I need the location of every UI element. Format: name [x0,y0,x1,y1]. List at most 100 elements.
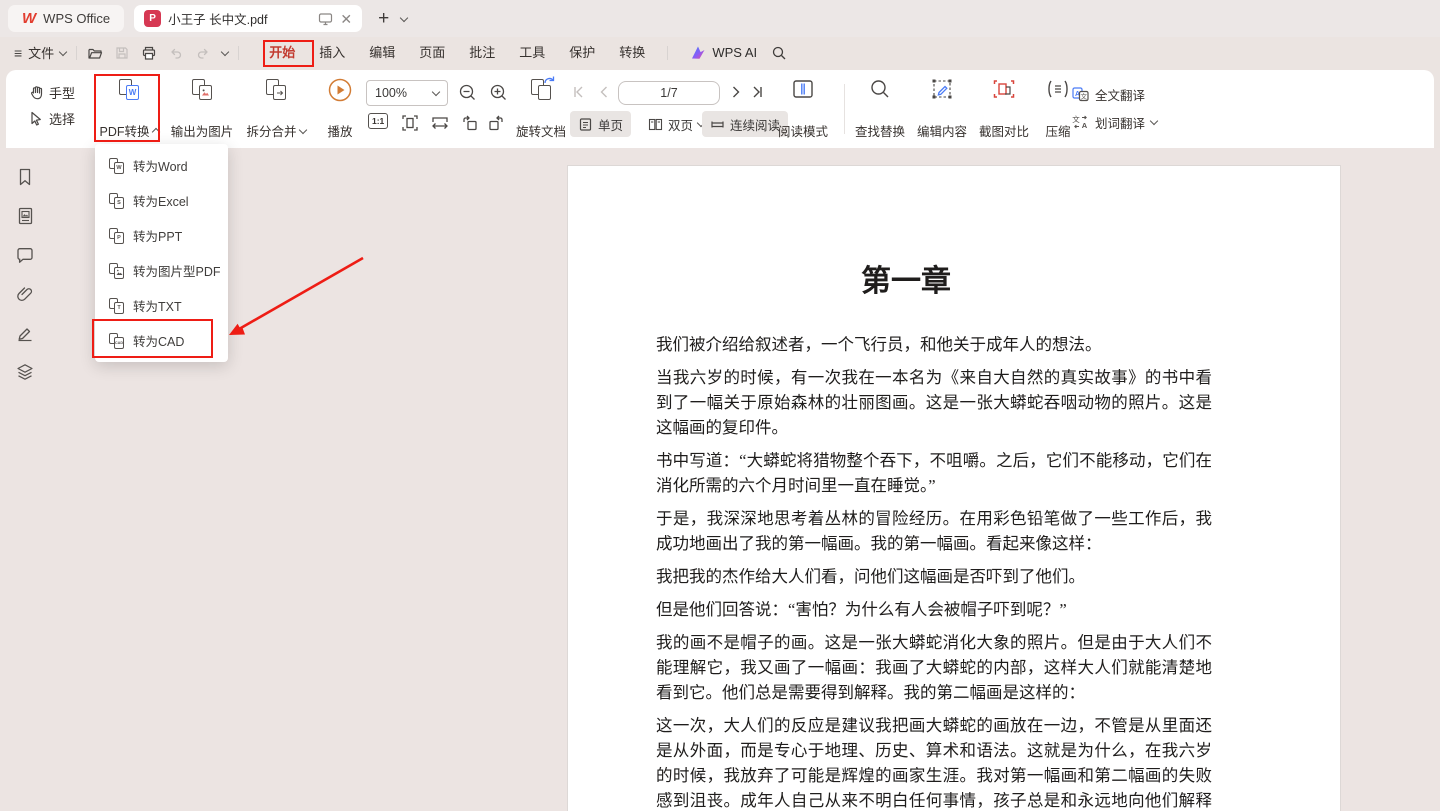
attachments-panel-icon[interactable] [14,285,36,303]
convert-excel-icon: S [108,193,124,209]
tab-home[interactable]: 开始 [257,37,307,68]
split-merge-icon [264,78,288,102]
tab-comment[interactable]: 批注 [457,37,507,68]
menu-item-convert-to-txt[interactable]: T 转为TXT [95,288,228,323]
convert-cad-icon: CAD [108,333,124,349]
page-number-input[interactable]: 1/7 [618,81,720,105]
single-page-button[interactable]: 单页 [570,111,631,137]
single-page-icon [578,117,593,132]
layers-panel-icon[interactable] [14,363,36,381]
zoom-out-button[interactable] [458,83,477,102]
monitor-icon[interactable] [318,12,333,26]
read-mode-icon [791,78,815,100]
pdf-file-icon: P [144,10,161,27]
comments-panel-icon[interactable] [14,246,36,264]
divider [238,46,239,60]
file-menu-button[interactable]: ≡ 文件 [14,43,66,62]
wps-ai-label: WPS AI [712,45,757,60]
search-icon[interactable] [771,45,787,61]
rotate-document-icon [529,78,553,102]
find-replace-icon [869,78,891,100]
menu-item-convert-to-excel[interactable]: S 转为Excel [95,183,228,218]
zoom-in-button[interactable] [489,83,508,102]
app-tab-wps-office[interactable]: W WPS Office [8,5,124,32]
divider [667,46,668,60]
wps-ai-button[interactable]: WPS AI [690,45,757,60]
undo-icon[interactable] [168,45,184,61]
pdf-page[interactable]: 第一章 我们被介绍给叙述者，一个飞行员，和他关于成年人的想法。 当我六岁的时候，… [567,165,1341,811]
convert-image-pdf-icon [108,263,124,279]
play-button[interactable]: 播放 [318,78,362,140]
read-mode-button[interactable]: 阅读模式 [774,78,832,140]
svg-text:文: 文 [1081,91,1088,100]
menu-item-convert-to-cad[interactable]: CAD 转为CAD [95,323,228,358]
fit-width-button[interactable] [431,114,449,132]
tab-protect[interactable]: 保护 [557,37,607,68]
screenshot-compare-button[interactable]: 截图对比 [974,78,1034,140]
tab-edit[interactable]: 编辑 [357,37,407,68]
tab-insert[interactable]: 插入 [307,37,357,68]
edit-content-icon [930,78,954,100]
select-tool-button[interactable]: 选择 [28,105,75,131]
file-menu-label: 文件 [28,43,54,62]
app-tab-label: WPS Office [43,11,110,26]
export-image-button[interactable]: 输出为图片 [166,78,238,140]
tab-list-chevron-icon[interactable] [401,10,407,28]
close-tab-icon[interactable]: ✕ [340,12,352,26]
document-tab[interactable]: P 小王子 长中文.pdf ✕ [134,5,362,32]
tab-page[interactable]: 页面 [407,37,457,68]
hand-icon [28,84,43,100]
word-translate-button[interactable]: 文A 划词翻译 [1072,108,1157,136]
actual-size-button[interactable]: 1:1 [368,113,388,129]
zoom-level-select[interactable]: 100% [366,80,448,106]
menu-item-convert-to-image-pdf[interactable]: 转为图片型PDF [95,253,228,288]
menu-item-convert-to-word[interactable]: W 转为Word [95,148,228,183]
edit-content-button[interactable]: 编辑内容 [912,78,972,140]
fit-page-button[interactable] [401,114,419,132]
select-tool-label: 选择 [49,109,75,128]
bookmarks-panel-icon[interactable] [14,168,36,186]
wps-logo-icon: W [22,11,36,26]
svg-text:文: 文 [1072,114,1080,124]
play-icon [328,78,352,102]
cursor-icon [28,110,43,126]
rotate-left-button[interactable] [461,114,479,132]
more-actions-chevron-icon[interactable] [222,45,228,60]
first-page-button[interactable] [570,84,586,100]
pdf-convert-dropdown: W 转为Word S 转为Excel P 转为PPT 转为图片型PDF T 转为… [95,144,228,362]
pdf-convert-button[interactable]: W PDF转换 [97,78,161,140]
thumbnails-panel-icon[interactable] [14,207,36,225]
new-tab-button[interactable]: + [378,8,389,30]
pdf-convert-icon: W [117,78,141,102]
svg-text:A: A [1082,121,1088,130]
export-image-icon [190,78,214,102]
chevron-down-icon [59,47,67,55]
rotate-right-button[interactable] [487,114,505,132]
open-file-icon[interactable] [87,45,103,61]
menu-bar: ≡ 文件 开始 插入 编辑 页面 批注 工具 保护 转换 WPS AI [0,37,1440,68]
continuous-reading-icon [710,117,725,132]
save-icon[interactable] [114,45,130,61]
full-text-translate-button[interactable]: A文 全文翻译 [1072,80,1157,108]
paragraph: 我们被介绍给叙述者，一个飞行员，和他关于成年人的想法。 [656,332,1212,357]
divider [844,84,845,134]
hamburger-icon: ≡ [14,45,22,61]
hand-tool-button[interactable]: 手型 [28,79,75,105]
chapter-title: 第一章 [520,256,1292,300]
next-page-button[interactable] [728,84,744,100]
signature-panel-icon[interactable] [14,324,36,342]
print-icon[interactable] [141,45,157,61]
tab-convert[interactable]: 转换 [607,37,657,68]
last-page-button[interactable] [750,84,766,100]
split-merge-button[interactable]: 拆分合并 [243,78,309,140]
find-replace-button[interactable]: 查找替换 [850,78,910,140]
paragraph: 这一次，大人们的反应是建议我把画大蟒蛇的画放在一边，不管是从里面还是从外面，而是… [656,713,1212,811]
wps-ai-logo-icon [690,45,706,60]
previous-page-button[interactable] [596,84,612,100]
menu-item-convert-to-ppt[interactable]: P 转为PPT [95,218,228,253]
word-translate-icon: 文A [1072,114,1089,130]
tab-tools[interactable]: 工具 [507,37,557,68]
rotate-document-button[interactable]: 旋转文档 [512,78,570,140]
paragraph: 但是他们回答说：“害怕？为什么有人会被帽子吓到呢？” [656,597,1212,622]
redo-icon[interactable] [195,45,211,61]
